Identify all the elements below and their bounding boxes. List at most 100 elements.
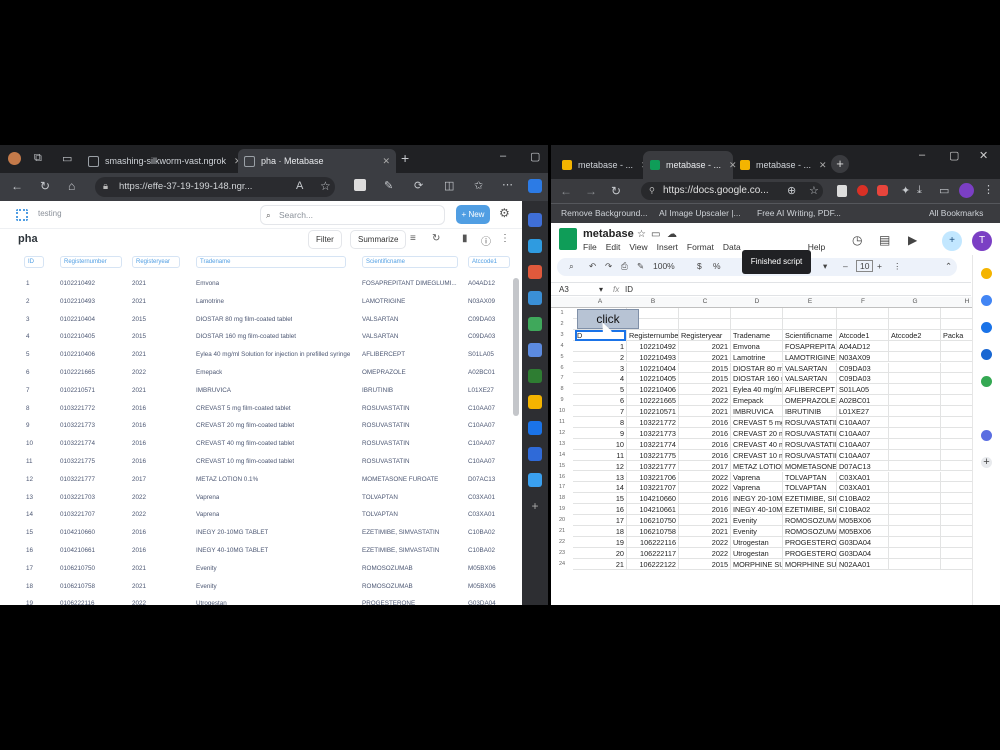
grid-cell[interactable]: 18	[573, 526, 627, 537]
grid-cell[interactable]: 10	[573, 438, 627, 450]
grid-cell[interactable]: C09DA03	[837, 373, 889, 385]
grid-cell[interactable]: ROMOSOZUMAB	[783, 515, 837, 526]
table-row[interactable]: 4 0102210405 2015 DIOSTAR 160 mg film-coate…	[0, 328, 512, 346]
undo-icon[interactable]: ↶	[589, 261, 596, 272]
grid-cell[interactable]	[783, 308, 837, 319]
grid-cell[interactable]: 9	[573, 427, 627, 439]
close-icon[interactable]: ✕	[979, 149, 988, 162]
extension-icon[interactable]	[354, 179, 366, 191]
row-number[interactable]: 1	[551, 310, 573, 316]
more-icon[interactable]: ⋯	[502, 178, 513, 191]
row-number[interactable]: 10	[551, 408, 573, 414]
grid-cell[interactable]	[941, 384, 972, 396]
column-header[interactable]: Scientificname	[362, 256, 458, 268]
grid-cell[interactable]: IBRUTINIB	[783, 406, 837, 417]
grid-cell[interactable]: 2016	[679, 504, 731, 516]
bookmark-star-icon[interactable]: ☆	[809, 184, 819, 197]
grid-cell[interactable]: 103221707	[627, 482, 679, 494]
drive-icon[interactable]	[528, 395, 542, 409]
new-tab-icon[interactable]: +	[831, 155, 849, 173]
grid-cell[interactable]	[889, 406, 941, 417]
grid-cell[interactable]: 106210758	[627, 526, 679, 537]
row-number[interactable]: 2	[551, 321, 573, 327]
extension-icon[interactable]	[857, 185, 868, 196]
outlook-icon[interactable]	[528, 343, 542, 357]
grid-cell[interactable]: C10BA02	[837, 504, 889, 516]
grid-cell[interactable]: 4	[573, 373, 627, 385]
grid-cell[interactable]	[889, 547, 941, 559]
grid-cell[interactable]	[941, 526, 972, 537]
grid-cell[interactable]: Utrogestan	[731, 536, 783, 548]
grid-cell[interactable]: M05BX06	[837, 515, 889, 526]
grid-cell[interactable]	[889, 351, 941, 363]
grid-cell[interactable]	[941, 363, 972, 374]
column-header[interactable]: Registeryear	[132, 256, 180, 268]
grid-cell[interactable]: 106222122	[627, 558, 679, 570]
menu-item[interactable]: File	[583, 242, 597, 252]
column-header[interactable]: ID	[24, 256, 44, 268]
grid-cell[interactable]: LAMOTRIGINE	[783, 351, 837, 363]
favorites-icon[interactable]: ✩	[474, 179, 483, 192]
table-row[interactable]: 19 0106222116 2022 Utrogestan PROGESTERONE G0…	[0, 595, 512, 605]
grid-cell[interactable]: 21	[573, 558, 627, 570]
grid-cell[interactable]: Utrogestan	[731, 547, 783, 559]
grid-cell[interactable]: Atccode1	[837, 329, 889, 341]
grid-cell[interactable]	[889, 340, 941, 352]
grid-cell[interactable]	[731, 318, 783, 330]
menu-item[interactable]: Edit	[606, 242, 621, 252]
grid-cell[interactable]	[679, 308, 731, 319]
row-number[interactable]: 11	[551, 419, 573, 425]
grid-cell[interactable]: 102210406	[627, 384, 679, 396]
grid-cell[interactable]	[837, 318, 889, 330]
menu-item[interactable]: Format	[687, 242, 714, 252]
bookmark-folder[interactable]: All Bookmarks	[929, 208, 983, 218]
grid-cell[interactable]: CREVAST 5 mg	[731, 417, 783, 428]
grid-cell[interactable]: 2	[573, 351, 627, 363]
grid-cell[interactable]	[941, 341, 972, 352]
paint-format-icon[interactable]: ✎	[637, 261, 644, 272]
grid-cell[interactable]: 12	[573, 460, 627, 472]
grid-cell[interactable]: MORPHINE SUL	[731, 558, 783, 570]
row-number[interactable]: 16	[551, 474, 573, 480]
grid-cell[interactable]: MOMETASONE	[783, 460, 837, 472]
grid-cell[interactable]: INEGY 40-10MG	[731, 504, 783, 516]
grid-cell[interactable]: ROSUVASTATIN	[783, 438, 837, 450]
back-icon[interactable]: ←	[11, 179, 23, 193]
grid-cell[interactable]	[941, 406, 972, 417]
row-number[interactable]: 19	[551, 506, 573, 512]
grid-cell[interactable]: 103221774	[627, 438, 679, 450]
bookmark-icon[interactable]: ▮	[462, 233, 468, 244]
column-letter[interactable]: D	[731, 298, 783, 305]
grid-cell[interactable]: CREVAST 40 m	[731, 438, 783, 450]
get-addons-icon[interactable]: +	[981, 457, 992, 468]
grid-cell[interactable]	[941, 352, 972, 363]
grid-cell[interactable]: FOSAPREPITAN	[783, 340, 837, 352]
grid-cell[interactable]: 2016	[679, 417, 731, 428]
table-row[interactable]: 15 0104210660 2016 INEGY 20-10MG TABLET EZET…	[0, 524, 512, 542]
grid-cell[interactable]: 102210493	[627, 351, 679, 363]
print-icon[interactable]: ⎙	[621, 261, 628, 272]
grid-cell[interactable]: C10AA07	[837, 449, 889, 461]
history-icon[interactable]: ◷	[852, 233, 862, 247]
grid-cell[interactable]: 2021	[679, 526, 731, 537]
table-row[interactable]: 3 0102210404 2015 DIOSTAR 80 mg film-coated…	[0, 311, 512, 329]
row-number[interactable]: 5	[551, 354, 573, 360]
tab-metabase[interactable]: pha · Metabase ✕	[238, 149, 396, 173]
extension-icon[interactable]	[877, 185, 888, 196]
more-icon[interactable]: ⋮	[500, 233, 510, 244]
grid-cell[interactable]: 103221772	[627, 417, 679, 428]
grid-cell[interactable]: 2022	[679, 471, 731, 483]
column-letter[interactable]: B	[627, 298, 679, 305]
column-letter[interactable]: F	[837, 298, 889, 305]
grid-cell[interactable]: METAZ LOTION	[731, 460, 783, 472]
table-row[interactable]: 11 0103221775 2016 CREVAST 10 mg film-coate…	[0, 453, 512, 471]
grid-cell[interactable]	[889, 438, 941, 450]
grid-cell[interactable]: Emepack	[731, 395, 783, 407]
reload-icon[interactable]: ↻	[40, 179, 50, 193]
row-number[interactable]: 14	[551, 452, 573, 458]
grid-cell[interactable]: ROSUVASTATIN	[783, 417, 837, 428]
office-icon[interactable]	[528, 317, 542, 331]
back-icon[interactable]: ←	[560, 184, 572, 198]
grid-cell[interactable]	[731, 308, 783, 319]
grid-cell[interactable]: 102210405	[627, 373, 679, 385]
